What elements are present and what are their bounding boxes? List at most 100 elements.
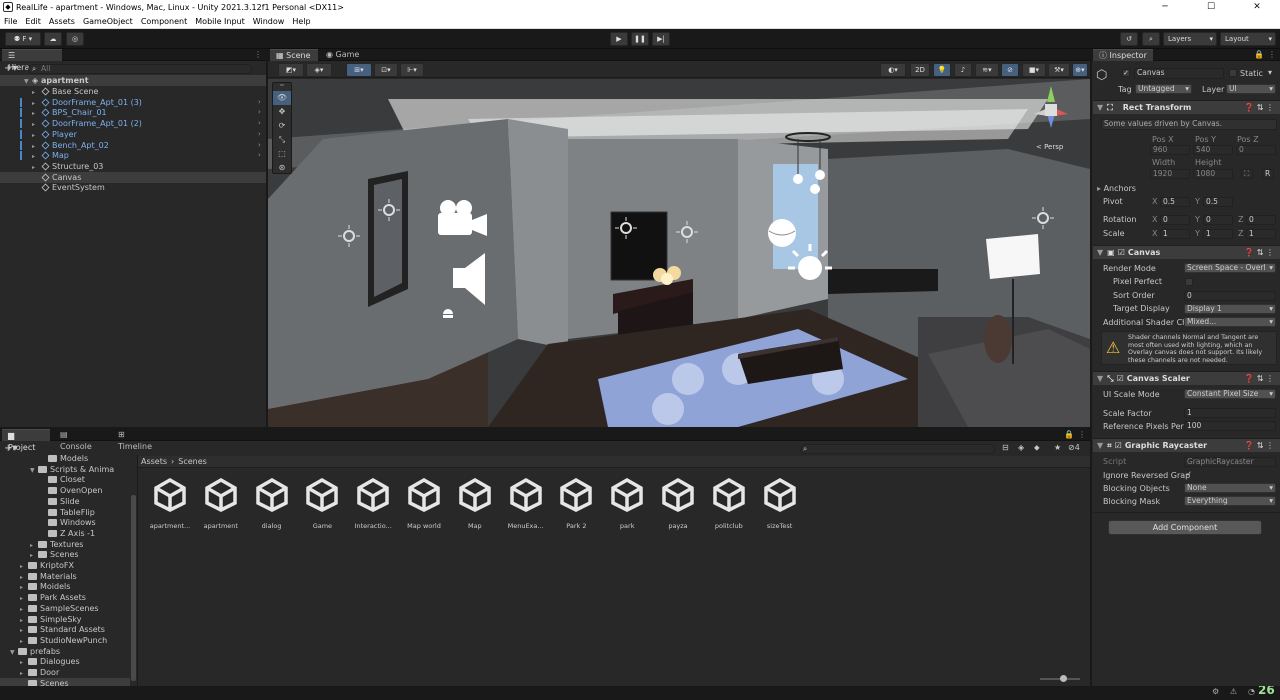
enabled-check-icon[interactable]: ☑ <box>1115 441 1122 450</box>
scene-asset[interactable]: apartment... <box>148 477 192 530</box>
view-options-dropdown[interactable]: ◈▾ <box>306 63 332 77</box>
camera-dropdown[interactable]: ■▾ <box>1022 63 1046 77</box>
component-menu-icon[interactable]: ❓ ⇅ ⋮ <box>1244 372 1274 386</box>
perspective-label[interactable]: < Persp <box>1036 143 1063 151</box>
increment-snap-dropdown[interactable]: ⊩▾ <box>400 63 424 77</box>
lock-icon[interactable]: 🔒 <box>1254 50 1264 59</box>
folder-tree-item[interactable]: ▸ Door <box>0 667 130 678</box>
ignore-reversed-checkbox[interactable]: ✓ <box>1185 471 1193 479</box>
chevron-right-icon[interactable]: › <box>258 129 261 140</box>
step-button[interactable]: ▶| <box>652 32 670 46</box>
chevron-right-icon[interactable]: › <box>258 107 261 118</box>
scene-asset[interactable]: dialog <box>250 477 294 530</box>
scene-asset[interactable]: sizeTest <box>758 477 802 530</box>
target-display-dropdown[interactable]: Display 1 ▾ <box>1184 304 1276 314</box>
folder-tree-item[interactable]: ▸ KriptoFX <box>0 560 130 571</box>
folder-tree-item[interactable]: ▸ Dialogues <box>0 656 130 667</box>
favorite-icon[interactable]: ★ <box>1054 443 1061 452</box>
raw-edit-button[interactable]: R <box>1262 169 1274 179</box>
hierarchy-search-input[interactable]: ⌕ All <box>28 64 252 74</box>
folder-tree-item[interactable]: Closet <box>0 474 130 485</box>
filter-by-type-icon[interactable]: ⊟ <box>1002 443 1009 452</box>
chevron-right-icon[interactable]: › <box>258 118 261 129</box>
drag-handle-icon[interactable]: ═ <box>273 83 291 91</box>
active-checkbox[interactable]: ✓ <box>1122 69 1130 77</box>
folder-tree-item[interactable]: Slide <box>0 496 130 507</box>
sort-order-field[interactable]: 0 <box>1184 291 1276 301</box>
layers-dropdown[interactable]: Layers ▾ <box>1163 32 1217 46</box>
enabled-check-icon[interactable]: ☑ <box>1118 248 1125 257</box>
hierarchy-item[interactable]: Canvas <box>0 171 266 183</box>
rotate-tool-icon[interactable]: ⟳ <box>273 119 291 133</box>
posx-field[interactable]: 960 <box>1150 145 1190 155</box>
scene-asset[interactable]: MenuExa... <box>504 477 548 530</box>
project-search-input[interactable]: ⌕ <box>800 444 995 454</box>
draw-mode-dropdown[interactable]: ◩▾ <box>278 63 304 77</box>
posy-field[interactable]: 540 <box>1193 145 1233 155</box>
folder-tree-item[interactable]: TableFlip <box>0 507 130 518</box>
scale-factor-field[interactable]: 1 <box>1184 408 1276 418</box>
render-mode-dropdown[interactable]: Screen Space - Overl ▾ <box>1184 263 1276 273</box>
tab-inspector[interactable]: ⓘ Inspector <box>1093 49 1153 61</box>
scale-y-field[interactable]: 1 <box>1203 229 1233 239</box>
gizmos-dropdown[interactable]: ⊕▾ <box>1072 63 1088 77</box>
scene-viewport[interactable]: ═ 👁 ✥ ⟳ ⤡ ⬚ ⊛ < Persp <box>268 79 1090 427</box>
move-tool-icon[interactable]: ✥ <box>273 105 291 119</box>
toggle-2d-button[interactable]: 2D <box>910 63 930 77</box>
hierarchy-item[interactable]: › ▸ DoorFrame_Apt_01 (2) <box>0 118 266 129</box>
debug-icon[interactable]: ⚠ <box>1230 687 1237 696</box>
hierarchy-item[interactable]: › ▸ BPS_Chair_01 <box>0 107 266 118</box>
filter-by-label-icon[interactable]: ◈ <box>1018 443 1024 452</box>
zoom-slider-handle[interactable] <box>1060 675 1067 682</box>
hierarchy-item[interactable]: ▸ Structure_03 <box>0 161 266 172</box>
lighting-toggle-icon[interactable]: 💡 <box>933 63 951 77</box>
scene-asset[interactable]: politclub <box>707 477 751 530</box>
scene-asset[interactable]: park <box>605 477 649 530</box>
scale-z-field[interactable]: 1 <box>1246 229 1276 239</box>
anchors-row[interactable]: ▸ Anchors <box>1097 184 1136 193</box>
component-menu-icon[interactable]: ❓ ⇅ ⋮ <box>1244 246 1274 260</box>
scene-asset[interactable]: Map world <box>402 477 446 530</box>
hierarchy-item[interactable]: › ▸ Player <box>0 129 266 140</box>
cache-icon[interactable]: ◔ <box>1248 687 1255 696</box>
pivot-y-field[interactable]: 0.5 <box>1203 197 1233 207</box>
blueprint-mode-icon[interactable]: ⛶ <box>1241 169 1253 179</box>
scale-x-field[interactable]: 1 <box>1160 229 1190 239</box>
panel-divider[interactable] <box>137 455 138 686</box>
component-menu-icon[interactable]: ❓ ⇅ ⋮ <box>1244 101 1274 115</box>
shader-channels-dropdown[interactable]: Mixed... ▾ <box>1184 317 1276 327</box>
menu-edit[interactable]: Edit <box>21 15 45 28</box>
static-dropdown-icon[interactable]: ▾ <box>1268 68 1272 77</box>
hidden-objects-icon[interactable]: ⊘ <box>1001 63 1019 77</box>
ui-scale-mode-dropdown[interactable]: Constant Pixel Size ▾ <box>1184 389 1276 399</box>
add-component-button[interactable]: Add Component <box>1108 520 1262 535</box>
tab-console[interactable]: ▤ Console <box>54 429 104 451</box>
panel-menu-icon[interactable]: ⋮ <box>1268 50 1276 59</box>
reference-pixels-field[interactable]: 100 <box>1184 421 1276 431</box>
rect-transform-header[interactable]: ▼ ⛶ Rect Transform ❓ ⇅ ⋮ <box>1093 100 1280 114</box>
graphic-raycaster-header[interactable]: ▼ ⌗ ☑ Graphic Raycaster ❓ ⇅ ⋮ <box>1093 438 1280 452</box>
width-field[interactable]: 1920 <box>1150 169 1190 179</box>
chevron-right-icon[interactable]: › <box>258 150 261 161</box>
panel-menu-icon[interactable]: ⋮ <box>254 50 262 59</box>
render-mode-dropdown[interactable]: ◐▾ <box>880 63 906 77</box>
folder-tree-item[interactable]: ▸ Materials <box>0 571 130 582</box>
scene-asset[interactable]: Map <box>453 477 497 530</box>
progress-icon[interactable]: ⚙ <box>1212 687 1219 696</box>
tag-dropdown[interactable]: Untagged ▾ <box>1135 84 1192 94</box>
history-icon[interactable]: ↺ <box>1120 32 1138 46</box>
grid-snap-dropdown[interactable]: ⊞▾ <box>346 63 372 77</box>
folder-tree-item[interactable]: ▸ Park Assets <box>0 592 130 603</box>
enabled-check-icon[interactable]: ☑ <box>1117 374 1124 383</box>
menu-file[interactable]: File <box>0 15 21 28</box>
folder-tree-item[interactable]: ▸ Scenes <box>0 549 130 560</box>
rotation-y-field[interactable]: 0 <box>1203 215 1233 225</box>
folder-tree-item[interactable]: ▼ prefabs <box>0 646 130 657</box>
canvas-component-header[interactable]: ▼ ▣ ☑ Canvas ❓ ⇅ ⋮ <box>1093 245 1280 259</box>
menu-help[interactable]: Help <box>288 15 314 28</box>
tools-dropdown[interactable]: ⚒▾ <box>1048 63 1070 77</box>
layout-dropdown[interactable]: Layout ▾ <box>1220 32 1276 46</box>
snap-increment-dropdown[interactable]: ⊡▾ <box>374 63 398 77</box>
chevron-right-icon[interactable]: › <box>258 140 261 151</box>
hierarchy-item[interactable]: › ▸ DoorFrame_Apt_01 (3) <box>0 97 266 108</box>
